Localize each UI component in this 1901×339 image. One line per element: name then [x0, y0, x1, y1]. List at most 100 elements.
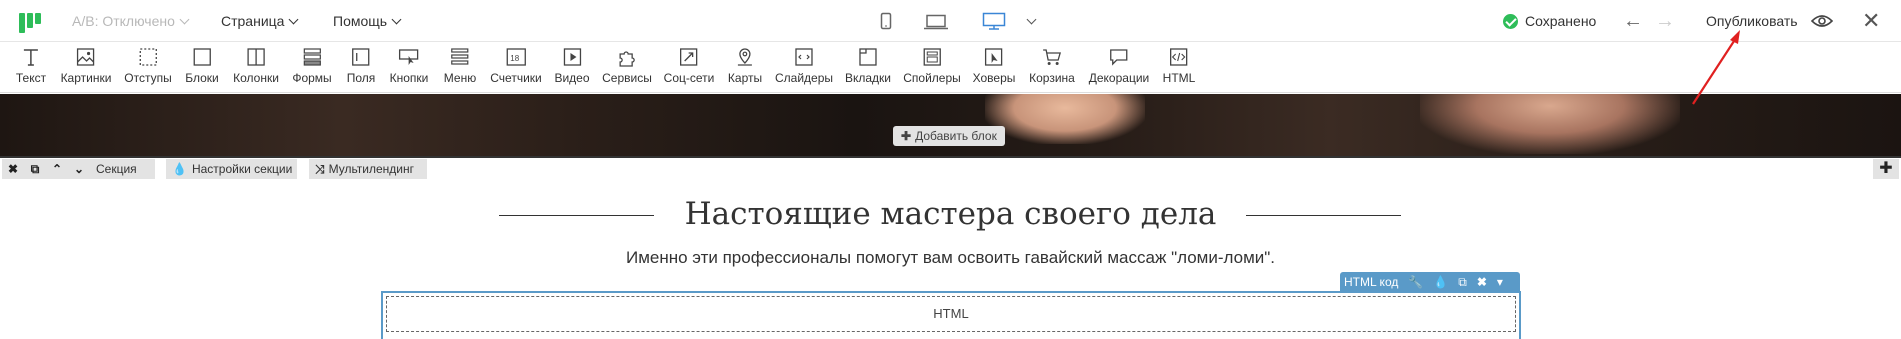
chevron-down-icon	[391, 14, 402, 24]
tool-fields[interactable]: Поля	[347, 46, 375, 85]
field-icon	[352, 48, 370, 66]
tool-label: Ховеры	[972, 71, 1016, 85]
tool-label: Картинки	[60, 71, 112, 85]
tool-label: Карты	[727, 71, 763, 85]
tool-video[interactable]: Видео	[554, 46, 590, 85]
button-icon	[399, 49, 419, 65]
move-down-icon[interactable]: ⌄	[68, 162, 90, 176]
duplicate-icon[interactable]: ⧉	[1458, 275, 1467, 290]
tool-columns[interactable]: Колонки	[233, 46, 279, 85]
tool-label: Кнопки	[389, 71, 429, 85]
wrench-icon[interactable]: 🔧	[1408, 275, 1423, 289]
section-controls: ✖ ⧉ ⌃ ⌄ Секция	[2, 159, 155, 179]
section-toolbar: ✖ ⧉ ⌃ ⌄ Секция 💧 Настройки секции ⤨ Муль…	[0, 158, 1901, 180]
html-widget-placeholder[interactable]: HTML	[386, 296, 1516, 332]
close-editor-icon[interactable]: ✕	[1862, 10, 1880, 32]
columns-icon	[247, 48, 265, 66]
tablet-device-icon[interactable]	[924, 14, 948, 30]
save-status-label: Сохранено	[1525, 13, 1597, 29]
tool-images[interactable]: Картинки	[60, 46, 112, 85]
tool-services[interactable]: Сервисы	[602, 46, 652, 85]
decor-icon	[1110, 49, 1128, 66]
delete-icon[interactable]: ✖	[1477, 275, 1487, 289]
menu-icon	[451, 48, 469, 65]
logo-icon[interactable]	[19, 11, 45, 33]
ab-test-dropdown[interactable]: A/B: Отключено	[72, 13, 190, 29]
tool-menu[interactable]: Меню	[444, 46, 476, 85]
tool-forms[interactable]: Формы	[292, 46, 332, 85]
move-up-icon[interactable]: ⌃	[46, 162, 68, 176]
tool-label: Колонки	[233, 71, 279, 85]
desktop-device-icon[interactable]	[982, 12, 1006, 30]
caret-down-icon[interactable]: ▾	[1497, 275, 1503, 289]
tool-spacing[interactable]: Отступы	[124, 46, 172, 85]
tool-label: Видео	[554, 71, 590, 85]
drop-icon[interactable]: 💧	[1433, 275, 1448, 289]
mobile-device-icon[interactable]	[880, 12, 892, 30]
elements-toolbar: Текст Картинки Отступы Блоки Колонки Фор…	[0, 43, 1901, 93]
tool-counters[interactable]: 18 Счетчики	[490, 46, 542, 85]
check-circle-icon	[1503, 13, 1518, 29]
top-bar: A/B: Отключено Страница Помощь Сохранено…	[0, 0, 1901, 42]
tool-cart[interactable]: Корзина	[1029, 46, 1075, 85]
ab-test-label: A/B: Отключено	[72, 13, 175, 29]
tool-label: Корзина	[1029, 71, 1075, 85]
chevron-down-icon	[289, 14, 299, 24]
cart-icon	[1043, 49, 1061, 65]
tabs-icon	[859, 48, 877, 66]
counter-icon: 18	[506, 48, 526, 66]
multilanding-button[interactable]: ⤨ Мультилендинг	[309, 159, 427, 179]
help-menu[interactable]: Помощь	[333, 13, 402, 29]
redo-icon[interactable]: →	[1655, 10, 1675, 32]
tool-label: Вкладки	[844, 71, 892, 85]
tool-spoilers[interactable]: Спойлеры	[903, 46, 961, 85]
delete-section-icon[interactable]: ✖	[2, 162, 24, 176]
hero-background-image	[0, 94, 1901, 156]
tool-hovers[interactable]: Ховеры	[972, 46, 1016, 85]
tool-label: Меню	[443, 71, 477, 85]
add-block-button[interactable]: ✚ Добавить блок	[893, 126, 1005, 146]
add-section-icon[interactable]: ✚	[1873, 159, 1899, 179]
tool-label: Формы	[292, 71, 332, 85]
spacing-icon	[139, 48, 157, 66]
section-settings-label: Настройки секции	[191, 162, 293, 176]
hover-icon	[985, 48, 1003, 66]
undo-icon[interactable]: ←	[1623, 10, 1643, 32]
duplicate-section-icon[interactable]: ⧉	[24, 162, 46, 177]
tool-maps[interactable]: Карты	[728, 46, 762, 85]
text-icon	[24, 49, 38, 66]
block-icon	[193, 48, 211, 66]
tool-label: Текст	[15, 71, 47, 85]
tool-label: Блоки	[185, 71, 219, 85]
puzzle-icon	[619, 51, 635, 67]
preview-eye-icon[interactable]	[1811, 13, 1833, 29]
tool-blocks[interactable]: Блоки	[185, 46, 219, 85]
tool-tabs[interactable]: Вкладки	[845, 46, 891, 85]
tool-buttons[interactable]: Кнопки	[389, 46, 429, 85]
map-pin-icon	[737, 48, 752, 66]
tool-html[interactable]: HTML	[1162, 46, 1196, 85]
publish-button[interactable]: Опубликовать	[1706, 13, 1798, 29]
svg-text:18: 18	[510, 54, 519, 63]
shuffle-icon: ⤨	[315, 161, 325, 176]
help-menu-label: Помощь	[333, 13, 388, 29]
plus-icon: ✚	[901, 129, 912, 143]
device-chevron-down-icon[interactable]	[1026, 14, 1037, 25]
form-icon	[303, 48, 321, 66]
section-title: Настоящие мастера своего дела	[684, 196, 1217, 232]
tool-social[interactable]: Соц-сети	[664, 46, 714, 85]
add-block-label: Добавить блок	[915, 129, 997, 143]
drop-icon: 💧	[172, 162, 187, 176]
tool-label: Слайдеры	[774, 71, 834, 85]
tool-label: Счетчики	[490, 71, 542, 85]
tool-text[interactable]: Текст	[16, 46, 46, 85]
tool-label: HTML	[1162, 71, 1196, 85]
section-settings-button[interactable]: 💧 Настройки секции	[166, 159, 297, 179]
page-menu[interactable]: Страница	[221, 13, 299, 29]
html-widget-label: HTML код	[1344, 275, 1399, 289]
code-icon	[1170, 48, 1188, 66]
hero-hand-shape	[985, 94, 1145, 144]
tool-decorations[interactable]: Декорации	[1089, 46, 1149, 85]
title-right-line	[1246, 215, 1401, 216]
tool-sliders[interactable]: Слайдеры	[775, 46, 833, 85]
